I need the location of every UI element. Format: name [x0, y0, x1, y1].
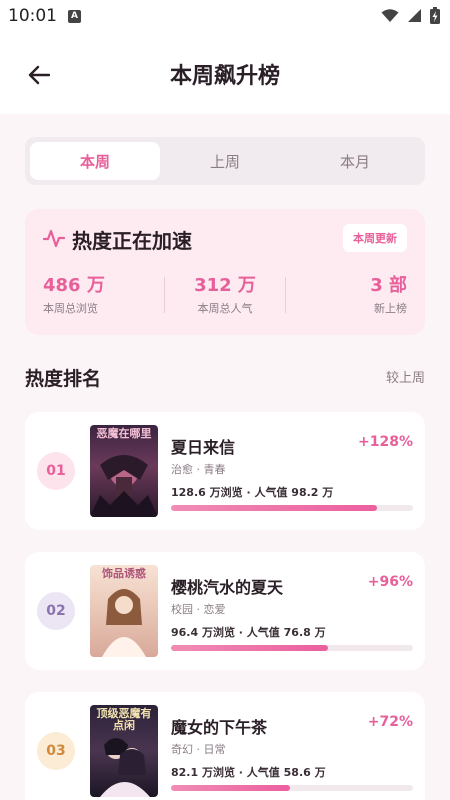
growth-rate: +96%: [367, 574, 413, 590]
popularity-bar-fill: [171, 785, 290, 791]
wifi-icon: [381, 9, 399, 22]
book-cover[interactable]: 恶魔在哪里: [90, 425, 158, 517]
cellular-signal-icon: [408, 9, 421, 22]
book-title[interactable]: 夏日来信: [171, 434, 235, 458]
tab-this-month[interactable]: 本月: [290, 142, 420, 180]
stat-label: 新上榜: [374, 302, 408, 315]
app-header: 本周飙升榜: [0, 34, 450, 114]
heat-title: 热度正在加速: [72, 229, 192, 253]
popularity-bar-fill: [171, 645, 329, 651]
growth-rate: +72%: [367, 714, 413, 730]
cover-title: 饰品诱惑: [102, 567, 146, 580]
book-tags: 奇幻 · 日常: [171, 743, 226, 756]
popularity-bar: [171, 505, 413, 511]
stat-value: 312 万: [194, 275, 256, 296]
book-stats: 82.1 万浏览 · 人气值 58.6 万: [171, 766, 326, 779]
book-title[interactable]: 魔女的下午茶: [171, 714, 267, 738]
compare-last-week-label: 较上周: [385, 371, 425, 386]
cover-title: 恶魔在哪里: [96, 427, 152, 440]
notification-icon: A: [68, 10, 81, 23]
ranking-section-title: 热度排名: [25, 368, 102, 390]
status-icons: [381, 7, 440, 24]
book-cover[interactable]: 顶级恶魔有点闲: [90, 705, 158, 797]
battery-charging-icon: [430, 7, 440, 24]
ranking-item[interactable]: 01 恶魔在哪里 夏日来信 +128% 治愈 · 青春 128.6 万浏览 · …: [25, 412, 425, 530]
heat-summary-card: 热度正在加速 本周更新 486 万 本周总浏览 312 万 本周总人气 3 部 …: [25, 209, 425, 335]
pulse-icon: [43, 229, 65, 248]
cover-title: 顶级恶魔有点闲: [96, 707, 152, 732]
stat-total-views: 486 万 本周总浏览: [43, 271, 164, 317]
popularity-bar: [171, 645, 413, 651]
main-content: 本周 上周 本月 热度正在加速 本周更新 486 万 本周总浏览 312 万 本…: [0, 114, 450, 800]
book-tags: 治愈 · 青春: [171, 463, 226, 476]
stat-value: 3 部: [370, 275, 408, 296]
rank-number: 03: [37, 732, 75, 770]
stat-label: 本周总人气: [197, 302, 253, 315]
rank-number: 02: [37, 592, 75, 630]
weekly-update-badge[interactable]: 本周更新: [343, 224, 407, 252]
heat-stats: 486 万 本周总浏览 312 万 本周总人气 3 部 新上榜: [43, 271, 407, 317]
page-title: 本周飙升榜: [169, 64, 280, 89]
stat-new-entries: 3 部 新上榜: [286, 271, 407, 317]
status-bar: 10:01 A: [0, 0, 450, 34]
tab-last-week[interactable]: 上周: [160, 142, 290, 180]
book-cover[interactable]: 饰品诱惑: [90, 565, 158, 657]
growth-rate: +128%: [358, 434, 413, 450]
stat-total-popularity: 312 万 本周总人气: [165, 271, 286, 317]
stat-label: 本周总浏览: [43, 302, 98, 315]
book-stats: 128.6 万浏览 · 人气值 98.2 万: [171, 486, 334, 499]
stat-value: 486 万: [43, 275, 105, 296]
popularity-bar-fill: [171, 505, 377, 511]
rank-number: 01: [37, 452, 75, 490]
book-tags: 校园 · 恋爱: [171, 603, 226, 616]
status-time: 10:01: [8, 6, 57, 26]
book-title[interactable]: 樱桃汽水的夏天: [171, 574, 283, 598]
ranking-item[interactable]: 02 饰品诱惑 樱桃汽水的夏天 +96% 校园 · 恋爱 96.4 万浏览 · …: [25, 552, 425, 670]
tab-this-week[interactable]: 本周: [30, 142, 160, 180]
period-tabs: 本周 上周 本月: [25, 137, 425, 185]
popularity-bar: [171, 785, 413, 791]
book-stats: 96.4 万浏览 · 人气值 76.8 万: [171, 626, 326, 639]
ranking-item[interactable]: 03 顶级恶魔有点闲 魔女的下午茶 +72% 奇幻 · 日常 82.1 万浏览 …: [25, 692, 425, 800]
